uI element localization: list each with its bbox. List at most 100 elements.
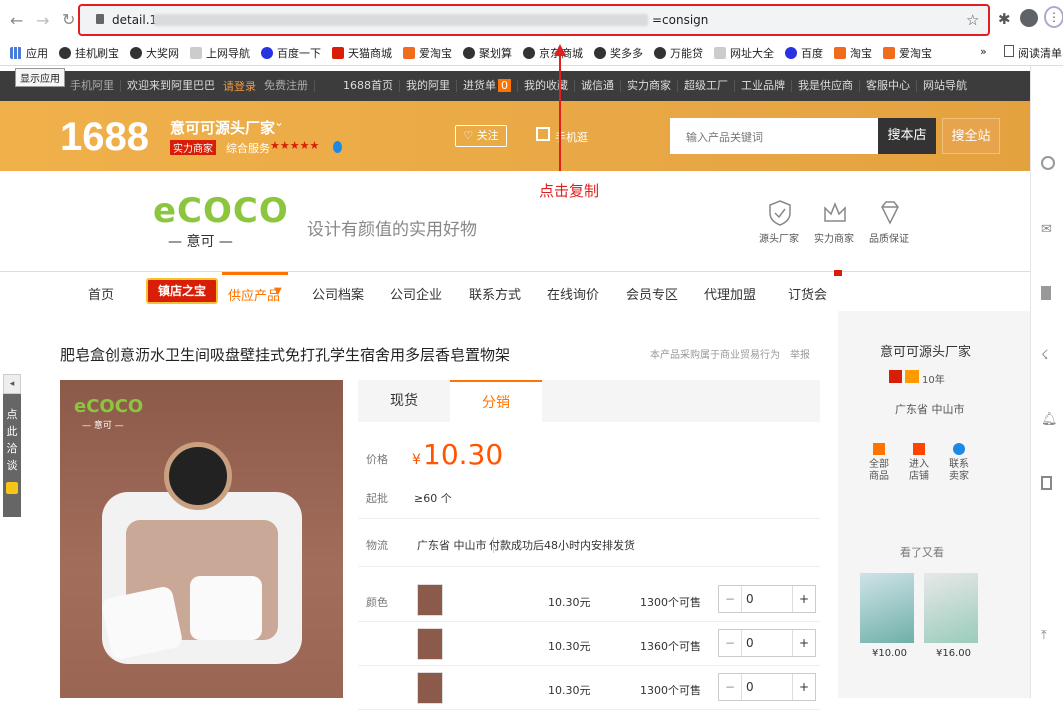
product-title: 肥皂盒创意沥水卫生间吸盘壁挂式免打孔学生宿舍用多层香皂置物架 xyxy=(60,346,511,364)
bookmark-4[interactable]: 百度一下 xyxy=(261,45,321,61)
circle-icon[interactable] xyxy=(1041,156,1055,170)
side-shop-name[interactable]: 意可可源头厂家 xyxy=(880,341,971,360)
product-image[interactable]: eCOCO — 意可 — xyxy=(60,380,343,698)
tab-spot[interactable]: 现货 xyxy=(358,380,450,422)
nav-agent[interactable]: 代理加盟 xyxy=(704,284,756,303)
bookmark-icon[interactable] xyxy=(1041,286,1051,300)
topnav-item-5[interactable]: 实力商家 xyxy=(621,80,678,92)
bookmark-5[interactable]: 天猫商城 xyxy=(332,45,392,61)
bookmark-13[interactable]: 淘宝 xyxy=(834,45,872,61)
brand-logo[interactable]: eCOCO xyxy=(153,191,289,231)
chevron-down-icon[interactable]: ⌄ xyxy=(274,115,284,129)
nav-member[interactable]: 会员专区 xyxy=(626,284,678,303)
bookmark-favicon-icon xyxy=(190,46,202,59)
search-all-button[interactable]: 搜全站 xyxy=(942,118,1000,154)
foot-icon[interactable]: ☇ xyxy=(1041,348,1054,363)
shop-search-input[interactable]: 输入产品关键词 xyxy=(670,118,878,154)
topnav-item-8[interactable]: 我是供应商 xyxy=(792,80,860,92)
nav-home[interactable]: 首页 xyxy=(88,284,114,303)
back-to-top-icon[interactable]: ⤒ xyxy=(1041,628,1054,643)
minus-button[interactable]: − xyxy=(719,680,741,694)
bookmark-12[interactable]: 百度 xyxy=(785,45,823,61)
topnav-item-4[interactable]: 诚信通 xyxy=(575,80,621,92)
address-bar[interactable]: detail.1 =consign ☆ xyxy=(78,4,990,36)
quantity-input[interactable]: 0 xyxy=(741,586,793,612)
plus-button[interactable]: + xyxy=(793,592,815,606)
shop-name[interactable]: 意可可源头厂家 xyxy=(170,117,275,138)
quantity-input[interactable]: 0 xyxy=(741,674,793,700)
strength-merchant-icon-badge: 实力商家 xyxy=(814,199,856,245)
minus-button[interactable]: − xyxy=(719,636,741,650)
bell-icon[interactable]: 🔔︎ xyxy=(1041,412,1058,427)
plus-button[interactable]: + xyxy=(793,636,815,650)
quantity-input[interactable]: 0 xyxy=(741,630,793,656)
welcome-text: 欢迎来到阿里巴巴 xyxy=(127,79,215,92)
browser-side-toolbar: ✉ ☇ 🔔︎ ⤒ xyxy=(1030,66,1063,698)
topnav-item-9[interactable]: 客服中心 xyxy=(860,80,917,92)
enter-shop-link[interactable]: 进入店铺 xyxy=(908,443,930,483)
shop-slogan: 设计有颜值的实用好物 xyxy=(307,220,477,240)
forward-icon[interactable]: → xyxy=(36,11,49,30)
bookmark-9[interactable]: 奖多多 xyxy=(594,45,643,61)
search-shop-button[interactable]: 搜本店 xyxy=(878,118,936,154)
mail-icon[interactable]: ✉ xyxy=(1041,222,1054,237)
promo-badge[interactable]: 镇店之宝 xyxy=(146,278,218,304)
bookmarks-more-button[interactable]: » xyxy=(980,45,987,58)
report-link[interactable]: 举报 xyxy=(790,346,810,361)
topnav-item-6[interactable]: 超级工厂 xyxy=(678,80,735,92)
shop-banner: 1688 意可可源头厂家 ⌄ 实力商家 综合服务 ★★★★★ ♡ 关注 手机逛 … xyxy=(0,101,1030,171)
nav-inquiry[interactable]: 在线询价 xyxy=(547,284,599,303)
caret-down-icon: ▼ xyxy=(274,286,282,297)
topnav-item-7[interactable]: 工业品牌 xyxy=(735,80,792,92)
topnav-item-0[interactable]: 1688首页 xyxy=(337,80,400,92)
contact-seller-link[interactable]: 联系卖家 xyxy=(948,443,970,483)
extensions-icon[interactable]: ✱ xyxy=(998,10,1011,28)
nav-order-fair[interactable]: 订货会 xyxy=(788,284,827,303)
follow-button[interactable]: ♡ 关注 xyxy=(455,125,507,147)
document-icon[interactable] xyxy=(1041,476,1052,490)
source-factory-badge: 源头厂家 xyxy=(759,199,800,245)
collapse-arrow-icon[interactable]: ◂ xyxy=(3,374,21,394)
register-link[interactable]: 免费注册 xyxy=(258,80,315,92)
bookmark-14[interactable]: 爱淘宝 xyxy=(883,45,932,61)
site-logo[interactable]: 1688 xyxy=(60,115,149,160)
reload-icon[interactable]: ↻ xyxy=(62,10,75,29)
topnav-item-2[interactable]: 进货单 0 xyxy=(457,79,518,92)
sku-thumbnail[interactable] xyxy=(417,672,443,704)
login-link[interactable]: 请登录 xyxy=(221,78,258,94)
bookmark-7[interactable]: 聚划算 xyxy=(463,45,512,61)
bookmark-2[interactable]: 大奖网 xyxy=(130,45,179,61)
nav-contact[interactable]: 联系方式 xyxy=(469,284,521,303)
topnav-item-1[interactable]: 我的阿里 xyxy=(400,80,457,92)
sku-thumbnail[interactable] xyxy=(417,584,443,616)
reading-list-label[interactable]: 阅读清单 xyxy=(1018,45,1062,61)
all-products-link[interactable]: 全部商品 xyxy=(868,443,890,483)
back-icon[interactable]: ← xyxy=(10,11,23,30)
minus-button[interactable]: − xyxy=(719,592,741,606)
bookmark-11[interactable]: 网址大全 xyxy=(714,45,774,61)
nav-company-enterprise[interactable]: 公司企业 xyxy=(390,284,442,303)
bookmark-6[interactable]: 爱淘宝 xyxy=(403,45,452,61)
chat-float-button[interactable]: 点 此 洽 谈 xyxy=(3,394,21,517)
qr-code-icon[interactable] xyxy=(536,127,550,141)
related-product-image[interactable] xyxy=(924,573,978,643)
bookmark-3[interactable]: 上网导航 xyxy=(190,45,250,61)
nav-company-profile[interactable]: 公司档案 xyxy=(312,284,364,303)
bookmark-10[interactable]: 万能贷 xyxy=(654,45,703,61)
menu-icon[interactable]: ⋮ xyxy=(1044,6,1063,28)
bookmark-0[interactable]: 应用 xyxy=(10,45,48,61)
topnav-item-10[interactable]: 网站导航 xyxy=(917,80,973,92)
related-price: ¥10.00 xyxy=(872,648,907,659)
related-product-image[interactable] xyxy=(860,573,914,643)
profile-avatar[interactable] xyxy=(1020,9,1038,27)
sku-stock: 1300个可售 xyxy=(640,684,701,697)
mobile-ali-link[interactable]: 手机阿里 xyxy=(64,80,121,92)
sku-price: 10.30元 xyxy=(548,596,591,609)
sku-thumbnail[interactable] xyxy=(417,628,443,660)
nav-products[interactable]: 供应产品 ▼ xyxy=(222,272,288,312)
heart-icon: ♡ xyxy=(463,129,474,142)
bookmark-1[interactable]: 挂机刷宝 xyxy=(59,45,119,61)
star-icon[interactable]: ☆ xyxy=(966,11,979,29)
tab-distribution[interactable]: 分销 xyxy=(450,380,542,422)
plus-button[interactable]: + xyxy=(793,680,815,694)
